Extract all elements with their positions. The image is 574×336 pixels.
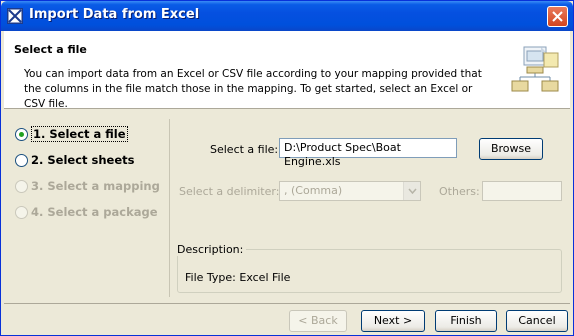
close-button[interactable] bbox=[547, 6, 568, 27]
delimiter-value: , (Comma) bbox=[284, 184, 343, 197]
description-legend: Description: bbox=[177, 243, 247, 256]
browse-button[interactable]: Browse bbox=[479, 138, 543, 160]
step-2-label: 2. Select sheets bbox=[31, 153, 135, 167]
dialog-window: Import Data from Excel Select a file You… bbox=[0, 0, 574, 336]
window-title: Import Data from Excel bbox=[29, 7, 200, 22]
panel-divider bbox=[169, 119, 170, 297]
header-description: You can import data from an Excel or CSV… bbox=[24, 68, 482, 110]
step-1-radio[interactable] bbox=[15, 127, 28, 141]
header-panel: Select a file You can import data from a… bbox=[4, 31, 570, 110]
step-1-label: 1. Select a file bbox=[31, 126, 128, 142]
app-icon bbox=[7, 8, 23, 24]
footer-divider bbox=[4, 303, 570, 304]
finish-button[interactable]: Finish bbox=[435, 310, 497, 332]
step-4-radio bbox=[15, 205, 28, 219]
description-text: File Type: Excel File bbox=[185, 271, 291, 284]
hierarchy-diagram-icon bbox=[510, 45, 562, 97]
step-select-mapping: 3. Select a mapping bbox=[15, 173, 170, 199]
step-3-radio bbox=[15, 179, 28, 193]
step-2-radio[interactable] bbox=[15, 153, 28, 167]
others-field bbox=[482, 181, 562, 201]
step-select-sheets[interactable]: 2. Select sheets bbox=[15, 147, 170, 173]
delimiter-select: , (Comma) bbox=[279, 181, 421, 201]
file-label: Select a file: bbox=[210, 143, 279, 156]
close-icon bbox=[552, 11, 563, 22]
chevron-down-icon bbox=[403, 182, 420, 200]
wizard-steps: 1. Select a file 2. Select sheets 3. Sel… bbox=[15, 121, 170, 225]
delimiter-label: Select a delimiter: bbox=[179, 185, 280, 198]
file-path-field[interactable]: D:\Product Spec\Boat Engine.xls bbox=[279, 138, 457, 168]
others-label: Others: bbox=[439, 185, 480, 198]
step-select-file[interactable]: 1. Select a file bbox=[15, 121, 170, 147]
header-title: Select a file bbox=[14, 43, 87, 56]
back-button[interactable]: < Back bbox=[289, 310, 347, 332]
next-button[interactable]: Next > bbox=[361, 310, 425, 332]
step-select-package: 4. Select a package bbox=[15, 199, 170, 225]
title-bar[interactable]: Import Data from Excel bbox=[1, 1, 573, 31]
step-3-label: 3. Select a mapping bbox=[31, 179, 160, 193]
step-4-label: 4. Select a package bbox=[31, 205, 158, 219]
cancel-button[interactable]: Cancel bbox=[506, 310, 568, 332]
